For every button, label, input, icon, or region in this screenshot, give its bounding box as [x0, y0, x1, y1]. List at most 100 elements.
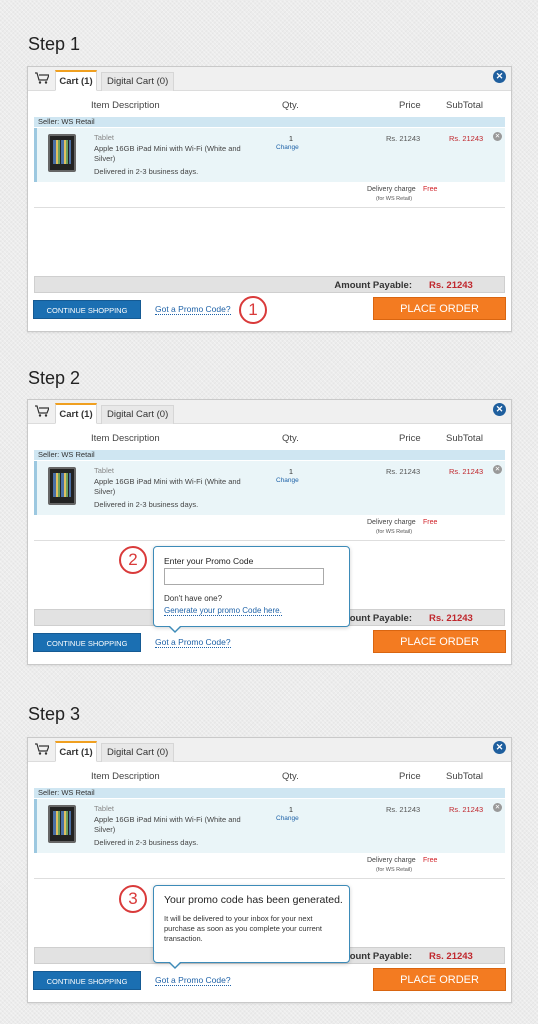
delivery-charge-value: Free: [423, 857, 438, 864]
amount-payable-bar: Amount Payable: Rs. 21243: [34, 276, 505, 293]
tab-digital-cart[interactable]: Digital Cart (0): [101, 405, 175, 424]
remove-item-icon[interactable]: ✕: [493, 465, 502, 474]
delivery-estimate: Delivered in 2-3 business days.: [94, 167, 199, 176]
change-quantity-link[interactable]: Change: [276, 815, 299, 822]
seller-label: Seller: WS Retail: [34, 117, 505, 127]
column-price: Price: [399, 433, 421, 444]
remove-item-icon[interactable]: ✕: [493, 132, 502, 141]
cart-tabs: Cart (1) Digital Cart (0) ✕: [28, 400, 511, 424]
close-icon[interactable]: ✕: [493, 741, 506, 754]
column-qty: Qty.: [282, 100, 299, 111]
amount-payable-label: Amount Payable:: [334, 280, 412, 291]
delivery-charge-value: Free: [423, 519, 438, 526]
cart-item-row: Tablet Apple 16GB iPad Mini with Wi-Fi (…: [34, 461, 505, 515]
item-quantity: 1: [288, 134, 294, 143]
seller-label: Seller: WS Retail: [34, 788, 505, 798]
column-qty: Qty.: [282, 433, 299, 444]
cart-item-row: Tablet Apple 16GB iPad Mini with Wi-Fi (…: [34, 799, 505, 853]
change-quantity-link[interactable]: Change: [276, 477, 299, 484]
delivery-charge-value: Free: [423, 186, 438, 193]
column-item-description: Item Description: [91, 433, 160, 444]
continue-shopping-button[interactable]: CONTINUE SHOPPING: [33, 971, 141, 990]
promo-code-popup: Enter your Promo Code Don't have one? Ge…: [153, 546, 350, 633]
product-name[interactable]: Apple 16GB iPad Mini with Wi-Fi (White a…: [94, 815, 254, 835]
promo-code-link[interactable]: Got a Promo Code?: [155, 637, 231, 648]
item-quantity: 1: [288, 805, 294, 814]
promo-generated-popup: Your promo code has been generated. It w…: [153, 885, 350, 969]
item-price: Rs. 21243: [386, 134, 421, 143]
promo-generated-title: Your promo code has been generated.: [164, 894, 343, 906]
popup-pointer: [168, 961, 182, 969]
shopping-cart-icon: [35, 743, 49, 755]
column-item-description: Item Description: [91, 771, 160, 782]
step-1-title: Step 1: [28, 34, 81, 54]
close-icon[interactable]: ✕: [493, 403, 506, 416]
promo-code-link[interactable]: Got a Promo Code?: [155, 975, 231, 986]
column-item-description: Item Description: [91, 100, 160, 111]
close-icon[interactable]: ✕: [493, 70, 506, 83]
column-subtotal: SubTotal: [446, 433, 483, 444]
column-subtotal: SubTotal: [446, 100, 483, 111]
divider: [34, 878, 505, 879]
place-order-button[interactable]: PLACE ORDER: [373, 968, 506, 991]
generate-promo-code-link[interactable]: Generate your promo Code here.: [164, 606, 282, 616]
product-category: Tablet: [94, 804, 115, 813]
step-badge-1: 1: [239, 296, 267, 324]
tab-digital-cart[interactable]: Digital Cart (0): [101, 72, 175, 91]
step-badge-3: 3: [119, 885, 147, 913]
delivery-charge-seller: (for WS Retail): [376, 529, 413, 535]
product-name[interactable]: Apple 16GB iPad Mini with Wi-Fi (White a…: [94, 144, 254, 164]
column-price: Price: [399, 771, 421, 782]
tab-cart[interactable]: Cart (1): [55, 403, 97, 424]
change-quantity-link[interactable]: Change: [276, 144, 299, 151]
continue-shopping-button[interactable]: CONTINUE SHOPPING: [33, 633, 141, 652]
tab-cart[interactable]: Cart (1): [55, 741, 97, 762]
shopping-cart-icon: [35, 72, 49, 84]
item-subtotal: Rs. 21243: [449, 467, 484, 476]
promo-code-input[interactable]: [164, 568, 324, 585]
item-subtotal: Rs. 21243: [449, 134, 484, 143]
amount-payable-value: Rs. 21243: [429, 951, 473, 962]
no-promo-code-text: Don't have one?: [164, 594, 223, 603]
column-price: Price: [399, 100, 421, 111]
promo-code-link[interactable]: Got a Promo Code?: [155, 304, 231, 315]
amount-payable-value: Rs. 21243: [429, 280, 473, 291]
delivery-estimate: Delivered in 2-3 business days.: [94, 838, 199, 847]
item-subtotal: Rs. 21243: [449, 805, 484, 814]
promo-generated-message: It will be delivered to your inbox for y…: [164, 914, 323, 943]
tab-digital-cart[interactable]: Digital Cart (0): [101, 743, 175, 762]
item-price: Rs. 21243: [386, 805, 421, 814]
place-order-button[interactable]: PLACE ORDER: [373, 297, 506, 320]
column-subtotal: SubTotal: [446, 771, 483, 782]
cart-tabs: Cart (1) Digital Cart (0) ✕: [28, 67, 511, 91]
cart-panel-step-3: Cart (1) Digital Cart (0) ✕ Item Descrip…: [27, 737, 512, 1003]
place-order-button[interactable]: PLACE ORDER: [373, 630, 506, 653]
delivery-charge-seller: (for WS Retail): [376, 196, 413, 202]
tab-cart[interactable]: Cart (1): [55, 70, 97, 91]
delivery-charge-seller: (for WS Retail): [376, 867, 413, 873]
cart-item-row: Tablet Apple 16GB iPad Mini with Wi-Fi (…: [34, 128, 505, 182]
item-quantity: 1: [288, 467, 294, 476]
remove-item-icon[interactable]: ✕: [493, 803, 502, 812]
product-name[interactable]: Apple 16GB iPad Mini with Wi-Fi (White a…: [94, 477, 254, 497]
seller-label: Seller: WS Retail: [34, 450, 505, 460]
product-category: Tablet: [94, 133, 115, 142]
product-thumbnail: [48, 805, 76, 843]
cart-panel-step-1: Cart (1) Digital Cart (0) ✕ Item Descrip…: [27, 66, 512, 332]
divider: [34, 540, 505, 541]
cart-panel-step-2: Cart (1) Digital Cart (0) ✕ Item Descrip…: [27, 399, 512, 665]
popup-pointer: [168, 625, 182, 633]
delivery-charge-label: Delivery charge: [367, 857, 416, 864]
amount-payable-value: Rs. 21243: [429, 613, 473, 624]
product-thumbnail: [48, 467, 76, 505]
continue-shopping-button[interactable]: CONTINUE SHOPPING: [33, 300, 141, 319]
step-badge-2: 2: [119, 546, 147, 574]
delivery-charge-label: Delivery charge: [367, 519, 416, 526]
cart-tabs: Cart (1) Digital Cart (0) ✕: [28, 738, 511, 762]
divider: [34, 207, 505, 208]
product-category: Tablet: [94, 466, 115, 475]
step-3-title: Step 3: [28, 704, 81, 724]
delivery-estimate: Delivered in 2-3 business days.: [94, 500, 199, 509]
shopping-cart-icon: [35, 405, 49, 417]
product-thumbnail: [48, 134, 76, 172]
